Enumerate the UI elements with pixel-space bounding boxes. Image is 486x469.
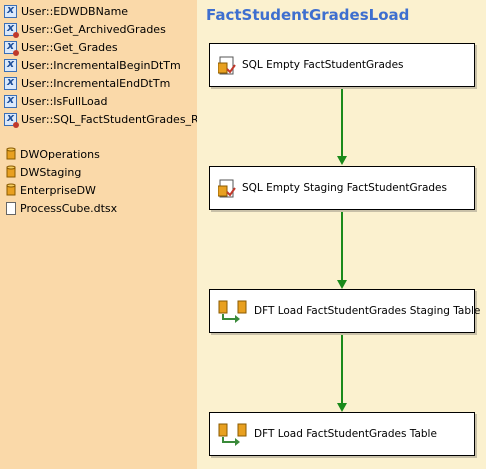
task-label: DFT Load FactStudentGrades Table: [254, 428, 437, 440]
precedence-arrow[interactable]: [337, 210, 347, 289]
task-box[interactable]: SQL Empty Staging FactStudentGrades: [209, 166, 475, 210]
task-box[interactable]: DFT Load FactStudentGrades Table: [209, 412, 475, 456]
sql-task-icon: [218, 56, 236, 75]
precedence-arrow[interactable]: [337, 333, 347, 412]
task-label: SQL Empty Staging FactStudentGrades: [242, 182, 447, 194]
task-label: SQL Empty FactStudentGrades: [242, 59, 404, 71]
data-flow-task-icon: [218, 300, 247, 323]
task-label: DFT Load FactStudentGrades Staging Table: [254, 305, 481, 317]
task-box[interactable]: DFT Load FactStudentGrades Staging Table: [209, 289, 480, 333]
precedence-arrow[interactable]: [337, 87, 347, 165]
task-box[interactable]: SQL Empty FactStudentGrades: [209, 43, 475, 87]
data-flow-task-icon: [218, 423, 247, 446]
sql-task-icon: [218, 179, 236, 198]
